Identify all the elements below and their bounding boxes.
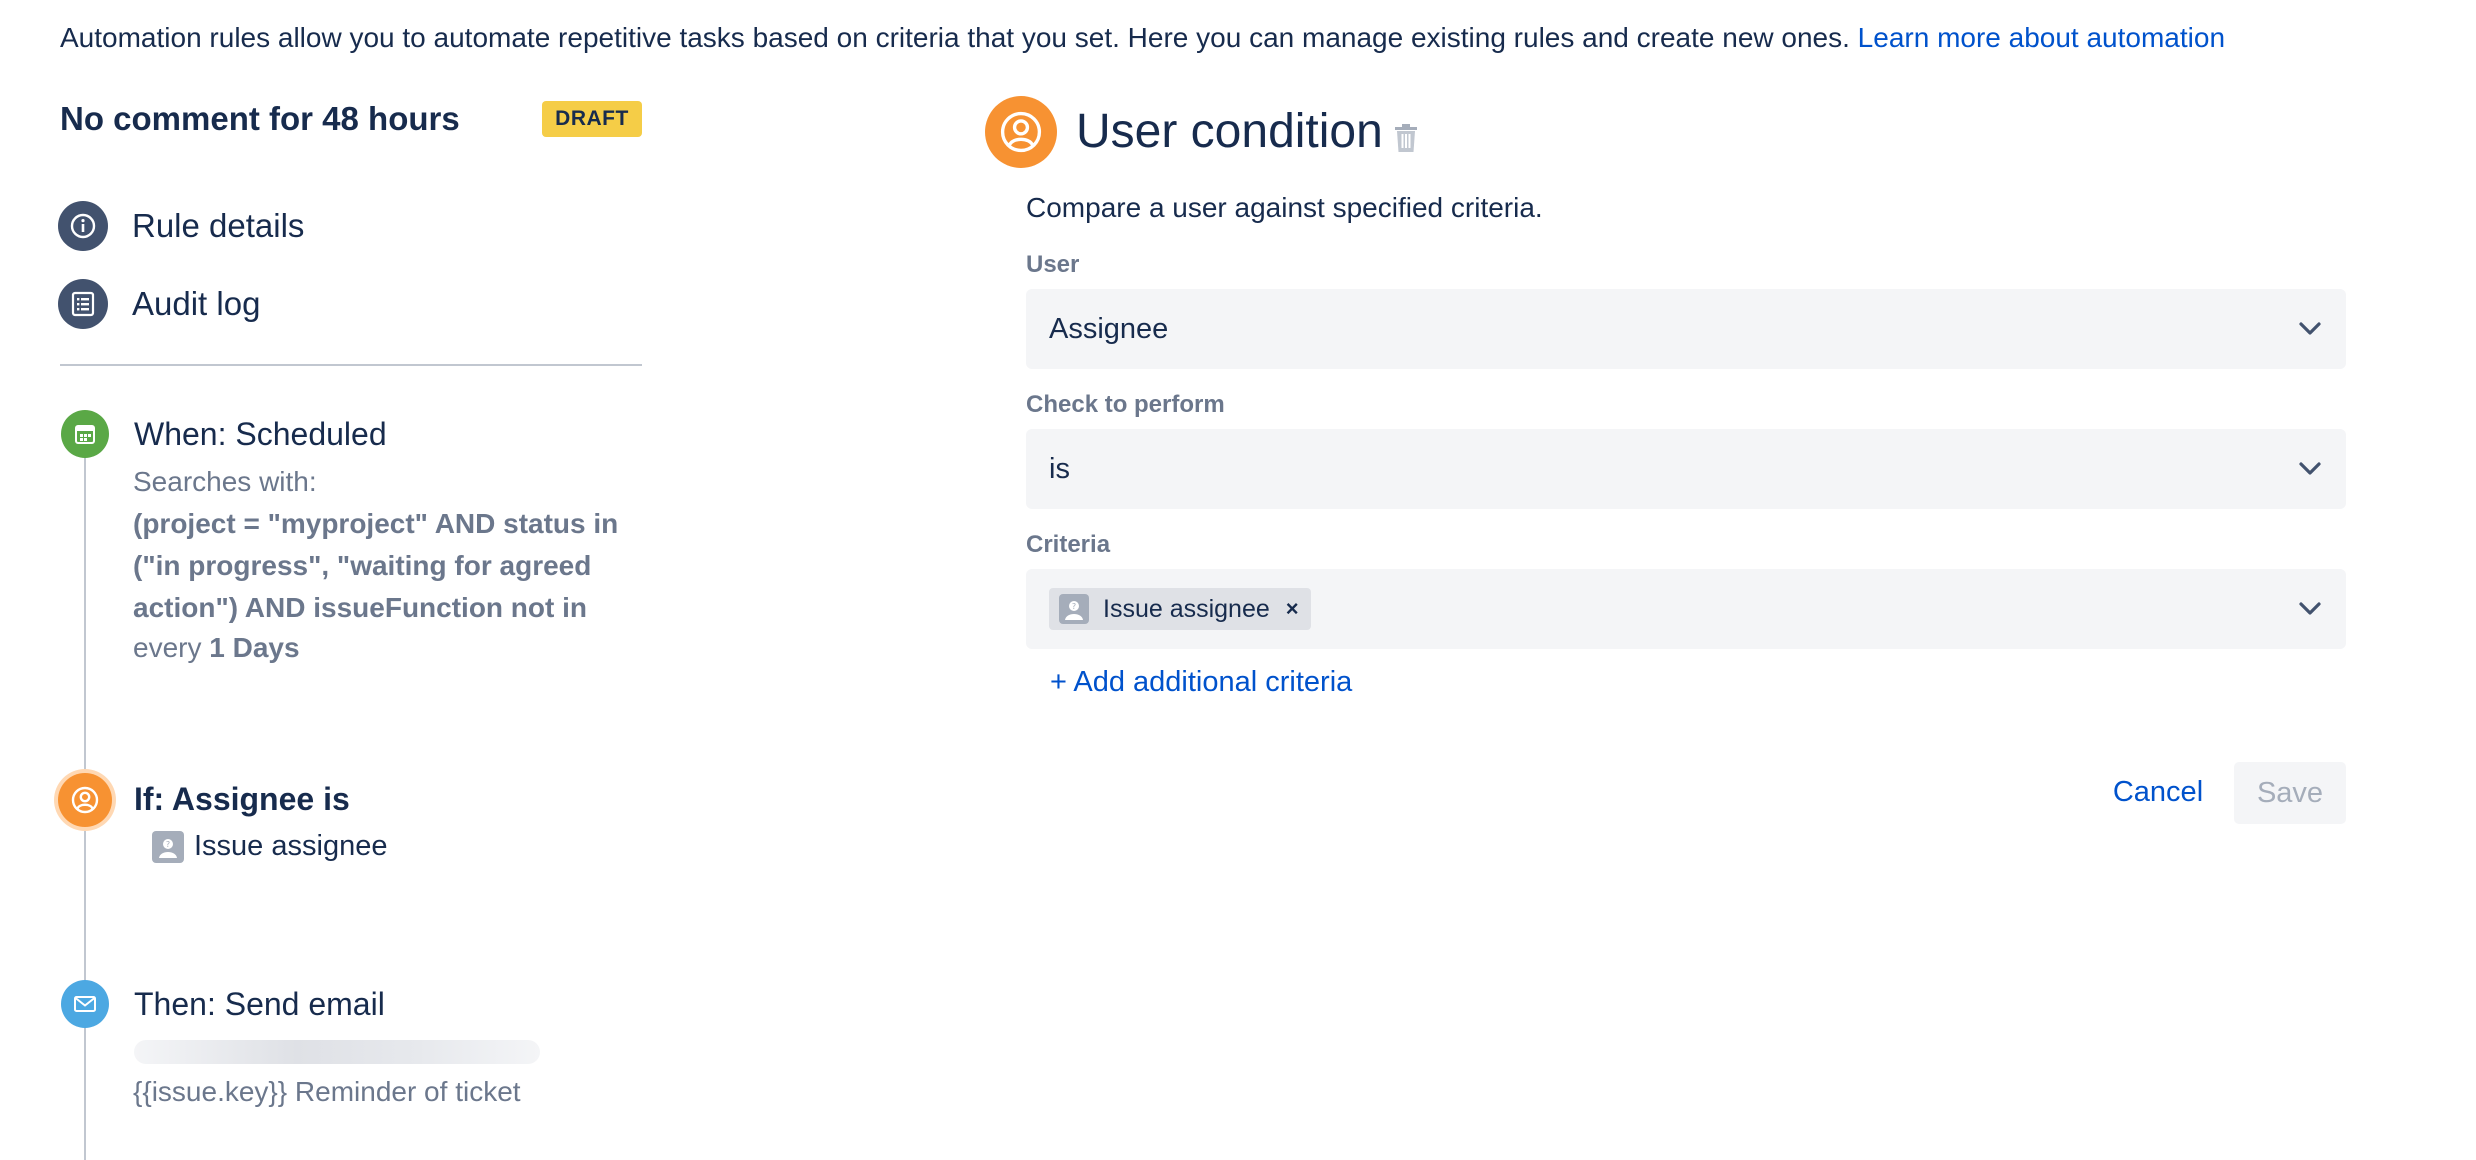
trigger-every-value: 1 Days	[209, 632, 300, 663]
nav-item-audit-log[interactable]: Audit log	[58, 278, 260, 330]
trigger-schedule: every 1 Days	[133, 630, 300, 666]
svg-text:?: ?	[1072, 602, 1076, 611]
editor-title: User condition	[1076, 105, 1383, 158]
trigger-searches-label: Searches with:	[133, 466, 317, 497]
check-select-value: is	[1049, 452, 1070, 485]
rule-title: No comment for 48 hours	[60, 100, 460, 137]
calendar-icon[interactable]	[61, 410, 109, 458]
intro-text: Automation rules allow you to automate r…	[60, 20, 2225, 56]
condition-detail-label: Issue assignee	[194, 830, 388, 862]
redacted-recipient	[134, 1040, 540, 1064]
list-icon	[58, 279, 108, 329]
trigger-step-title[interactable]: When: Scheduled	[134, 414, 387, 454]
add-criteria-link[interactable]: + Add additional criteria	[1050, 664, 1352, 700]
avatar-icon: ?	[152, 830, 184, 863]
criteria-tag-label: Issue assignee	[1103, 594, 1270, 623]
info-icon	[58, 201, 108, 251]
chevron-down-icon	[2299, 322, 2321, 335]
criteria-select[interactable]: ? Issue assignee ×	[1026, 569, 2346, 649]
check-select[interactable]: is	[1026, 429, 2346, 509]
user-field-label: User	[1026, 251, 1080, 278]
avatar-icon: ?	[1059, 594, 1089, 624]
nav-item-label: Rule details	[132, 207, 305, 244]
remove-tag-icon[interactable]: ×	[1286, 596, 1299, 622]
cancel-button[interactable]: Cancel	[2098, 762, 2218, 822]
user-icon[interactable]	[58, 773, 112, 827]
editor-description: Compare a user against specified criteri…	[1026, 192, 1543, 223]
condition-step-title[interactable]: If: Assignee is	[134, 779, 350, 819]
trash-icon[interactable]	[1392, 122, 1420, 154]
nav-item-label: Audit log	[132, 285, 261, 322]
check-field-label: Check to perform	[1026, 391, 1225, 418]
chevron-down-icon	[2299, 462, 2321, 475]
trigger-every-prefix: every	[133, 632, 210, 663]
learn-more-link[interactable]: Learn more about automation	[1858, 22, 2225, 53]
condition-step-detail: ? Issue assignee	[152, 830, 387, 863]
criteria-tag: ? Issue assignee ×	[1049, 588, 1311, 630]
divider	[60, 364, 642, 366]
chevron-down-icon	[2299, 602, 2321, 615]
nav-item-rule-details[interactable]: Rule details	[58, 200, 304, 252]
user-select-value: Assignee	[1049, 312, 1169, 345]
save-button[interactable]: Save	[2234, 762, 2346, 824]
svg-text:?: ?	[166, 840, 170, 849]
user-condition-icon	[985, 96, 1057, 168]
criteria-field-label: Criteria	[1026, 531, 1111, 558]
mail-icon[interactable]	[61, 980, 109, 1028]
status-badge: DRAFT	[542, 101, 642, 137]
user-select[interactable]: Assignee	[1026, 289, 2346, 369]
action-step-title[interactable]: Then: Send email	[134, 984, 385, 1024]
intro-description: Automation rules allow you to automate r…	[60, 22, 1858, 53]
action-email-subject: {{issue.key}} Reminder of ticket	[133, 1076, 521, 1107]
trigger-jql: (project = "myproject" AND status in ("i…	[133, 508, 619, 623]
